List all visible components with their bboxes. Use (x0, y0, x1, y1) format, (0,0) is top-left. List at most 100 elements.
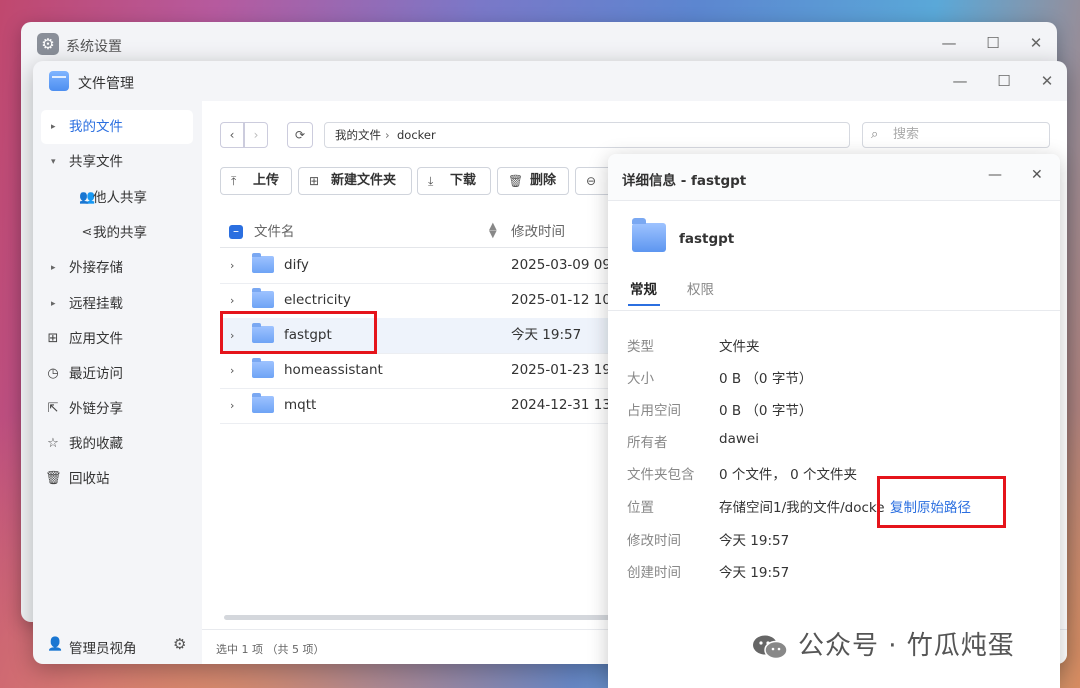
row-name: mqtt (284, 397, 317, 413)
trash-icon: 🗑 (508, 174, 524, 188)
sidebar-item-shared-files[interactable]: ▾ 共享文件 (41, 145, 193, 179)
system-settings-title: 系统设置 (66, 39, 122, 55)
folder-icon (252, 253, 274, 273)
clock-icon: ◷ (47, 366, 59, 381)
close-icon[interactable]: ✕ (1037, 71, 1057, 91)
sidebar: ▸ 我的文件 ▾ 共享文件 👥 他人共享 ⋖ 我的共享 ▸ 外接存储 ▸ 远程挂… (33, 101, 201, 664)
field-value-mtime: 今天 19:57 (719, 533, 790, 549)
field-value-size: 0 B （0 字节） (719, 371, 813, 387)
field-key-type: 类型 (627, 339, 654, 355)
sidebar-footer: 👤 管理员视角 ⚙ (33, 629, 201, 664)
settings-gear-icon[interactable]: ⚙ (173, 635, 186, 653)
wechat-icon (753, 635, 788, 660)
sidebar-item-shared-with-me[interactable]: 👥 他人共享 (41, 181, 193, 215)
external-link-icon: ⇱ (47, 401, 59, 416)
gear-icon: ⚙ (37, 33, 59, 55)
back-button[interactable]: ‹ (220, 122, 244, 148)
detail-file-name: fastgpt (679, 231, 735, 247)
field-key-mtime: 修改时间 (627, 533, 681, 549)
select-all-checkbox[interactable]: – (229, 225, 243, 239)
folder-icon (632, 218, 666, 252)
folder-icon (252, 393, 274, 413)
upload-label: 上传 (253, 173, 280, 188)
minimize-icon[interactable]: — (950, 71, 970, 91)
delete-button[interactable]: 🗑 删除 (497, 167, 569, 195)
field-value-disk-usage: 0 B （0 字节） (719, 403, 813, 419)
forward-button[interactable]: › (244, 122, 268, 148)
minimize-icon[interactable]: — (988, 167, 1002, 183)
sidebar-item-label: 我的文件 (69, 119, 123, 135)
expand-chevron-icon[interactable]: › (230, 248, 234, 283)
minimize-icon[interactable]: — (939, 33, 959, 53)
collapse-arrow-icon[interactable]: ▾ (51, 145, 56, 179)
close-icon[interactable]: ✕ (1031, 167, 1043, 183)
sidebar-item-external-storage[interactable]: ▸ 外接存储 (41, 251, 193, 285)
active-tab-indicator (628, 304, 660, 306)
maximize-icon[interactable]: ☐ (983, 33, 1003, 53)
sidebar-item-label: 最近访问 (69, 366, 123, 382)
upload-icon: ⤒ (231, 174, 237, 188)
search-input[interactable]: ⌕ 搜索 (862, 122, 1050, 148)
upload-button[interactable]: ⤒ 上传 (220, 167, 292, 195)
sidebar-item-recent[interactable]: ◷ 最近访问 (41, 357, 193, 391)
breadcrumb-current[interactable]: docker (397, 123, 436, 147)
tab-permissions[interactable]: 权限 (687, 278, 714, 298)
new-folder-button[interactable]: ⊞ 新建文件夹 (298, 167, 412, 195)
column-header-mtime[interactable]: 修改时间 (511, 217, 565, 247)
expand-arrow-icon[interactable]: ▸ (51, 287, 56, 321)
field-value-type: 文件夹 (719, 339, 760, 355)
star-icon: ☆ (47, 436, 59, 451)
horizontal-scrollbar[interactable] (224, 615, 624, 620)
field-key-owner: 所有者 (627, 435, 668, 451)
expand-chevron-icon[interactable]: › (230, 353, 234, 388)
admin-view-label[interactable]: 管理员视角 (69, 637, 137, 657)
sidebar-item-link-share[interactable]: ⇱ 外链分享 (41, 392, 193, 426)
detail-panel-title: 详细信息 - fastgpt (622, 173, 747, 189)
column-header-name[interactable]: 文件名 (254, 217, 295, 247)
field-key-ctime: 创建时间 (627, 565, 681, 581)
detail-panel-header: 详细信息 - fastgpt — ✕ (608, 154, 1060, 201)
sidebar-item-trash[interactable]: 🗑 回收站 (41, 462, 193, 496)
breadcrumb-separator-icon: › (385, 128, 390, 142)
expand-chevron-icon[interactable]: › (230, 388, 234, 423)
tab-general[interactable]: 常规 (630, 278, 657, 298)
file-manager-app-icon (49, 71, 69, 91)
download-label: 下载 (450, 173, 477, 188)
refresh-button[interactable]: ⟳ (287, 122, 313, 148)
delete-label: 删除 (530, 173, 557, 188)
sidebar-item-my-shares[interactable]: ⋖ 我的共享 (41, 216, 193, 250)
sidebar-item-label: 远程挂载 (69, 296, 123, 312)
table-row[interactable]: › homeassistant 2025-01-23 19:5 (220, 353, 640, 389)
detail-panel: 详细信息 - fastgpt — ✕ fastgpt 常规 权限 类型 文件夹 … (608, 154, 1060, 688)
close-icon[interactable]: ✕ (1026, 33, 1046, 53)
field-key-location: 位置 (627, 500, 654, 516)
maximize-icon[interactable]: ☐ (994, 71, 1014, 91)
sidebar-item-app-files[interactable]: ⊞ 应用文件 (41, 322, 193, 356)
table-row[interactable]: › mqtt 2024-12-31 13:2 (220, 388, 640, 424)
sidebar-item-my-files[interactable]: ▸ 我的文件 (41, 110, 193, 144)
row-mtime: 今天 19:57 (511, 327, 582, 343)
download-button[interactable]: ⤓ 下载 (417, 167, 491, 195)
field-key-size: 大小 (627, 371, 654, 387)
table-row[interactable]: › dify 2025-03-09 09:2 (220, 248, 640, 284)
expand-arrow-icon[interactable]: ▸ (51, 110, 56, 144)
apps-grid-icon: ⊞ (47, 331, 59, 346)
sidebar-item-favorites[interactable]: ☆ 我的收藏 (41, 427, 193, 461)
highlight-box-copy-path (877, 476, 1006, 528)
search-placeholder: 搜索 (893, 127, 920, 142)
sidebar-item-remote-mount[interactable]: ▸ 远程挂载 (41, 287, 193, 321)
watermark-text: 公众号 · 竹瓜炖蛋 (798, 631, 1015, 661)
file-manager-title: 文件管理 (78, 76, 134, 92)
sidebar-item-label: 我的收藏 (69, 436, 123, 452)
download-icon: ⤓ (428, 174, 434, 188)
breadcrumb[interactable]: 我的文件 › docker (324, 122, 850, 148)
sidebar-item-label: 他人共享 (93, 190, 147, 206)
search-icon: ⌕ (871, 127, 879, 142)
breadcrumb-root[interactable]: 我的文件 (335, 123, 381, 147)
row-name: homeassistant (284, 362, 383, 378)
row-name: dify (284, 257, 309, 273)
sidebar-item-label: 外接存储 (69, 260, 123, 276)
expand-arrow-icon[interactable]: ▸ (51, 251, 56, 285)
sort-icon[interactable]: ▲ ▼ (489, 222, 497, 240)
field-value-owner: dawei (719, 431, 759, 447)
